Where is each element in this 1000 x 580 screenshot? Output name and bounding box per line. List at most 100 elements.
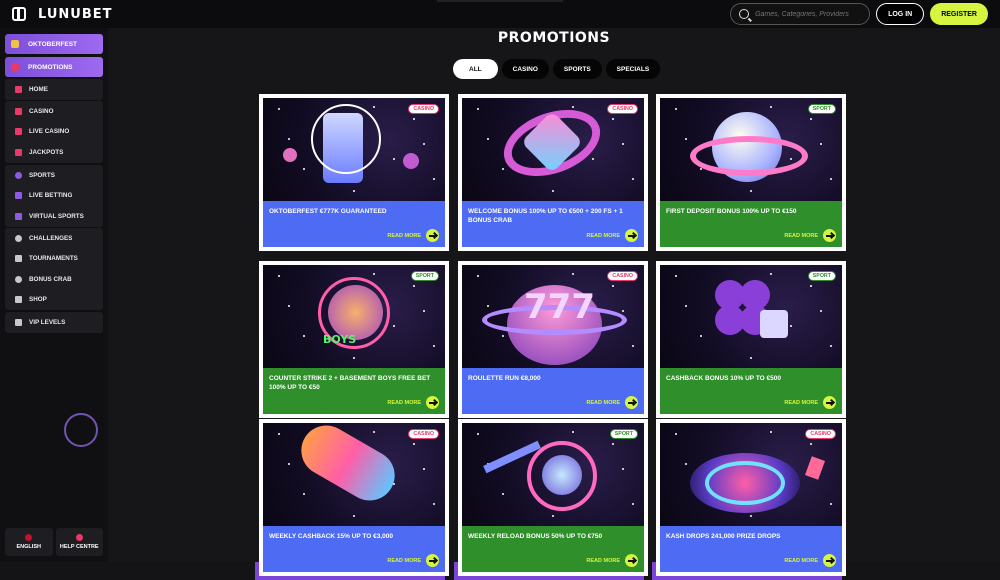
sidebar: OKTOBERFEST PROMOTIONS HOME CASINO LIVE … [0, 28, 108, 562]
promo-title: CASHBACK BONUS 10% UP TO €500 [666, 375, 781, 382]
promo-card[interactable]: CASINO WELCOME BONUS 100% UP TO €500 + 2… [454, 94, 648, 255]
arrow-right-icon [426, 554, 439, 567]
sidebar-group-casino: CASINO LIVE CASINO JACKPOTS [5, 101, 103, 163]
help-icon [75, 534, 83, 541]
sidebar-item-live-casino[interactable]: LIVE CASINO [5, 122, 103, 143]
help-centre-button[interactable]: HELP CENTRE [55, 528, 103, 556]
football-icon [15, 171, 22, 179]
sidebar-item-vip-levels[interactable]: VIP LEVELS [5, 312, 103, 333]
read-more-label: READ MORE [387, 232, 421, 239]
promo-card[interactable]: CASINO KASH DROPS 241,000 PRIZE DROPS RE… [652, 419, 846, 580]
sidebar-item-oktoberfest[interactable]: OKTOBERFEST [5, 34, 103, 54]
crab-icon [15, 275, 22, 283]
filter-all[interactable]: ALL [453, 59, 498, 79]
arrow-right-icon [625, 396, 638, 409]
read-more-link[interactable]: READ MORE [784, 554, 836, 567]
promo-title: COUNTER STRIKE 2 + BASEMENT BOYS FREE BE… [269, 375, 431, 391]
login-button[interactable]: LOG IN [876, 3, 925, 25]
logo[interactable]: LUNUBET [38, 7, 112, 22]
filter-specials[interactable]: SPECIALS [605, 59, 661, 79]
sidebar-item-jackpots[interactable]: JACKPOTS [5, 142, 103, 163]
sidebar-item-shop[interactable]: SHOP [5, 290, 103, 311]
filter-casino[interactable]: CASINO [501, 59, 549, 79]
sidebar-item-casino[interactable]: CASINO [5, 101, 103, 122]
read-more-link[interactable]: READ MORE [784, 229, 836, 242]
promo-card[interactable]: SPORT WEEKLY RELOAD BONUS 50% UP TO €750… [454, 419, 648, 580]
sidebar-item-label: LIVE BETTING [29, 192, 73, 200]
filter-sports[interactable]: SPORTS [552, 59, 602, 79]
sidebar-item-bonus-crab[interactable]: BONUS CRAB [5, 269, 103, 290]
sidebar-item-home[interactable]: HOME [5, 79, 103, 100]
trophy-icon [15, 255, 22, 263]
promo-card[interactable]: BOYS SPORT COUNTER STRIKE 2 + BASEMENT B… [255, 261, 449, 422]
promo-image: CASINO [263, 423, 445, 526]
sidebar-item-promotions[interactable]: PROMOTIONS [5, 57, 103, 77]
sidebar-item-label: PROMOTIONS [28, 63, 73, 71]
page-title: PROMOTIONS [497, 30, 611, 46]
sidebar-item-tournaments[interactable]: TOURNAMENTS [5, 249, 103, 270]
promo-card[interactable]: CASINO OKTOBERFEST €777K GUARANTEED READ… [255, 94, 449, 255]
arrow-right-icon [426, 229, 439, 242]
promo-image: CASINO [263, 98, 445, 201]
read-more-link[interactable]: READ MORE [387, 554, 439, 567]
sidebar-toggle-icon[interactable] [12, 7, 26, 21]
language-button[interactable]: ENGLISH [5, 528, 53, 556]
clover-icon [15, 148, 22, 156]
beer-icon [11, 40, 19, 48]
read-more-link[interactable]: READ MORE [586, 396, 638, 409]
uk-flag-icon [25, 534, 33, 541]
promo-image: CASINO [660, 423, 842, 526]
promo-card[interactable]: CASINO WEEKLY CASHBACK 15% UP TO €3,000 … [255, 419, 449, 580]
sidebar-item-label: CASINO [29, 107, 54, 115]
read-more-label: READ MORE [586, 232, 620, 239]
help-label: HELP CENTRE [59, 544, 99, 550]
promo-image: SPORT [660, 98, 842, 201]
sidebar-item-label: CHALLENGES [29, 234, 73, 242]
sidebar-item-label: LIVE CASINO [29, 128, 70, 136]
read-more-label: READ MORE [387, 399, 421, 406]
promo-image: CASINO [462, 98, 644, 201]
arrow-right-icon [823, 396, 836, 409]
sidebar-item-challenges[interactable]: CHALLENGES [5, 228, 103, 249]
read-more-link[interactable]: READ MORE [586, 554, 638, 567]
promo-info: COUNTER STRIKE 2 + BASEMENT BOYS FREE BE… [263, 368, 445, 414]
read-more-link[interactable]: READ MORE [387, 396, 439, 409]
live-icon [15, 192, 22, 200]
promo-image: SPORT [462, 423, 644, 526]
promo-info: CASHBACK BONUS 10% UP TO €500 READ MORE [660, 368, 842, 414]
register-button[interactable]: REGISTER [930, 3, 988, 25]
sidebar-item-live-betting[interactable]: LIVE BETTING [5, 186, 103, 207]
read-more-link[interactable]: READ MORE [586, 229, 638, 242]
promo-card[interactable]: 777 CASINO ROULETTE RUN €8,000 READ MORE [454, 261, 648, 422]
slot-icon [15, 107, 22, 115]
arrow-right-icon [625, 554, 638, 567]
promo-card[interactable]: SPORT CASHBACK BONUS 10% UP TO €500 READ… [652, 261, 846, 422]
search-input[interactable] [755, 10, 866, 18]
category-badge: CASINO [408, 104, 439, 114]
sidebar-footer: ENGLISH HELP CENTRE [5, 528, 103, 556]
category-badge: SPORT [410, 271, 439, 281]
sidebar-item-label: SPORTS [29, 171, 55, 179]
read-more-label: READ MORE [586, 399, 620, 406]
sidebar-item-label: VIP LEVELS [29, 318, 66, 326]
category-badge: CASINO [607, 271, 638, 281]
promo-title: KASH DROPS 241,000 PRIZE DROPS [666, 533, 781, 540]
read-more-label: READ MORE [784, 399, 818, 406]
sidebar-item-label: JACKPOTS [29, 148, 64, 156]
promo-title: WELCOME BONUS 100% UP TO €500 + 200 FS +… [468, 208, 623, 224]
sidebar-item-virtual-sports[interactable]: VIRTUAL SPORTS [5, 206, 103, 227]
read-more-link[interactable]: READ MORE [387, 229, 439, 242]
gift-icon [11, 63, 19, 71]
promo-card[interactable]: SPORT FIRST DEPOSIT BONUS 100% UP TO €15… [652, 94, 846, 255]
arrow-right-icon [625, 229, 638, 242]
promo-info: WEEKLY CASHBACK 15% UP TO €3,000 READ MO… [263, 526, 445, 572]
main-content: PROMOTIONS ALL CASINO SPORTS SPECIALS CA… [108, 28, 1000, 580]
read-more-label: READ MORE [586, 557, 620, 564]
arrow-right-icon [823, 554, 836, 567]
promo-info: ROULETTE RUN €8,000 READ MORE [462, 368, 644, 414]
sidebar-item-sports[interactable]: SPORTS [5, 165, 103, 186]
search-box[interactable] [730, 3, 871, 25]
home-icon [15, 85, 22, 93]
read-more-link[interactable]: READ MORE [784, 396, 836, 409]
read-more-label: READ MORE [784, 232, 818, 239]
